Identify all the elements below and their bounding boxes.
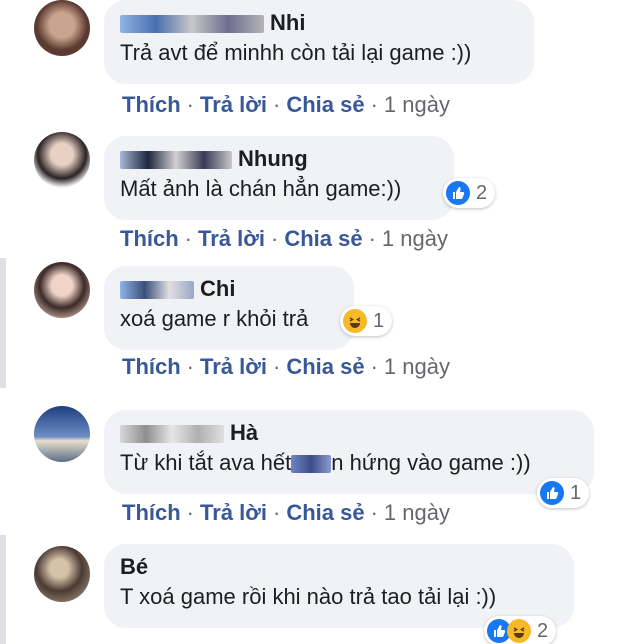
blurred-name [120,425,224,444]
share-link[interactable]: Chia sẻ [286,92,364,117]
like-icon [446,181,470,205]
reaction-summary[interactable]: 2 [484,616,557,644]
comment-time[interactable]: 1 ngày [384,354,450,379]
comment-actions: Thích · Trả lời · Chia sẻ · 1 ngày [122,354,450,379]
comment-text: Trả avt để minhh còn tải lại game :)) [120,40,472,65]
share-link[interactable]: Chia sẻ [284,226,362,251]
comment-bubble: Nhi Trả avt để minhh còn tải lại game :)… [104,0,534,84]
like-link[interactable]: Thích [120,226,179,251]
comment-time[interactable]: 1 ngày [384,500,450,525]
comment-text: xoá game r khỏi trả [120,306,309,331]
haha-icon [343,309,367,333]
thread-line [0,535,6,644]
thread-line [0,258,6,388]
blurred-name [120,151,232,170]
blurred-name [120,15,264,34]
reaction-count: 1 [570,481,582,504]
reaction-summary[interactable]: 1 [340,306,393,336]
reaction-count: 1 [373,309,385,332]
comment-bubble: Chi xoá game r khỏi trả [104,266,354,350]
reply-link[interactable]: Trả lời [198,226,265,251]
comment-time[interactable]: 1 ngày [382,226,448,251]
blurred-name [120,281,194,300]
comment-author[interactable]: Chi [120,274,338,304]
haha-icon [507,619,531,643]
like-link[interactable]: Thích [122,92,181,117]
comment-text: T xoá game rồi khi nào trả tao tải lại :… [120,584,497,609]
avatar[interactable] [34,406,90,462]
comment-author[interactable]: Nhi [120,8,518,38]
comment-author[interactable]: Nhung [120,144,438,174]
comment-actions: Thích · Trả lời · Chia sẻ · 1 ngày [122,92,450,117]
comment-time[interactable]: 1 ngày [384,92,450,117]
blurred-word [291,455,332,474]
avatar[interactable] [34,262,90,318]
reply-link[interactable]: Trả lời [200,500,267,525]
share-link[interactable]: Chia sẻ [286,500,364,525]
avatar[interactable] [34,546,90,602]
like-icon [540,481,564,505]
reaction-count: 2 [476,181,488,204]
avatar[interactable] [34,132,90,188]
comment-bubble: Hà Từ khi tắt ava hết n hứng vào game :)) [104,410,594,494]
comment-text: Từ khi tắt ava hết n hứng vào game :)) [120,450,531,475]
reaction-summary[interactable]: 2 [443,178,496,208]
comment-author[interactable]: Bé [120,552,558,582]
comment-bubble: Nhung Mất ảnh là chán hẳn game:)) [104,136,454,220]
like-link[interactable]: Thích [122,500,181,525]
comment-text: Mất ảnh là chán hẳn game:)) [120,176,402,201]
comment-actions: Thích · Trả lời · Chia sẻ · 1 ngày [122,500,450,525]
reply-link[interactable]: Trả lời [200,354,267,379]
comment-actions: Thích · Trả lời · Chia sẻ · 1 ngày [120,226,448,251]
reply-link[interactable]: Trả lời [200,92,267,117]
comment-author[interactable]: Hà [120,418,578,448]
reaction-summary[interactable]: 1 [537,478,590,508]
share-link[interactable]: Chia sẻ [286,354,364,379]
reaction-count: 2 [537,619,549,642]
like-link[interactable]: Thích [122,354,181,379]
avatar[interactable] [34,0,90,56]
